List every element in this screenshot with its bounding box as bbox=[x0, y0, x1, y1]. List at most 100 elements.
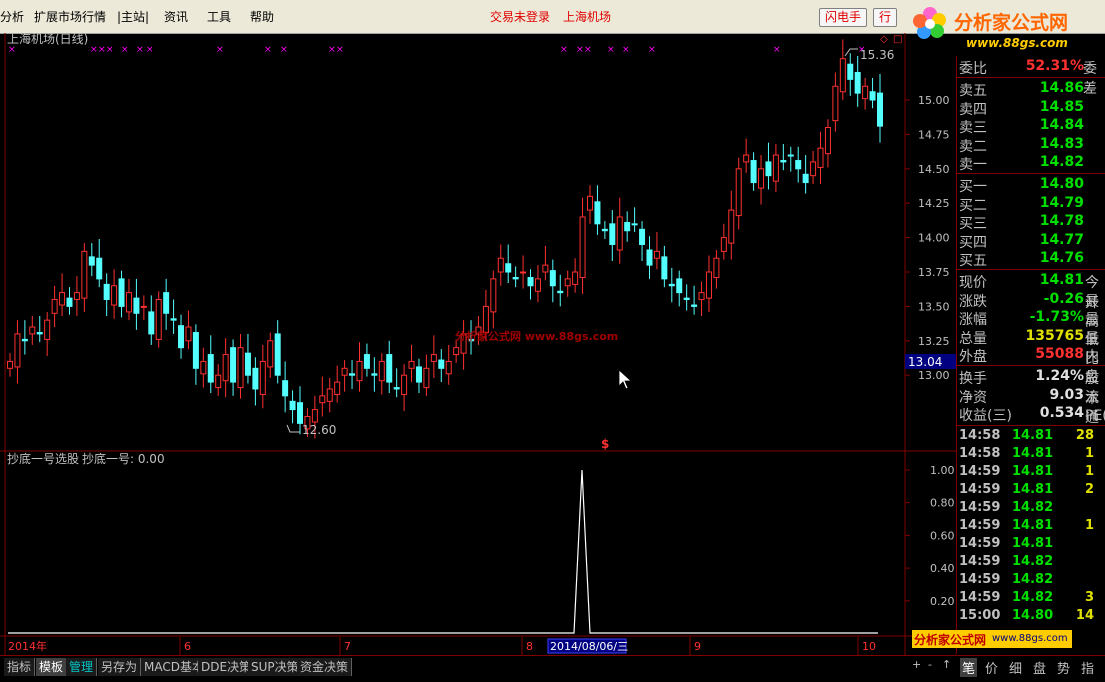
tick-vol: 14 bbox=[1075, 608, 1094, 623]
tick-vol: 1 bbox=[1084, 464, 1094, 479]
indicator-title[interactable]: 抄底一号选股 bbox=[7, 451, 79, 466]
tick-row: 14:59 14.81 1 bbox=[957, 464, 1105, 482]
tick-price: 14.81 bbox=[1012, 446, 1054, 461]
quote-value: 14.80 bbox=[1039, 176, 1084, 192]
tick-vol: 1 bbox=[1084, 518, 1094, 533]
svg-text:×: × bbox=[216, 45, 224, 55]
tick-time: 14:59 bbox=[959, 572, 1001, 587]
quote-row: 卖二 14.83 bbox=[957, 135, 1105, 155]
price-tick-label: 13.75 bbox=[918, 266, 950, 279]
quote-value: 14.81 bbox=[1039, 272, 1084, 288]
quote-value: 14.78 bbox=[1039, 213, 1084, 230]
quote-label: 买三 bbox=[959, 216, 987, 233]
tab-dde[interactable]: DDE决策 bbox=[198, 658, 256, 676]
tick-time: 14:59 bbox=[959, 590, 1001, 605]
menu-help[interactable]: 帮助 bbox=[250, 8, 274, 25]
tick-time: 14:58 bbox=[959, 446, 1001, 461]
svg-text:×: × bbox=[336, 45, 344, 55]
cursor-price-box: 13.04 bbox=[908, 355, 942, 369]
quote-value: -1.73% bbox=[1029, 309, 1084, 326]
menu-extended-market[interactable]: 扩展市场行情 bbox=[34, 8, 106, 25]
tick-time: 14:59 bbox=[959, 464, 1001, 479]
quote-value: 14.82 bbox=[1039, 154, 1084, 171]
tick-time: 14:59 bbox=[959, 482, 1001, 497]
tab-detail[interactable]: 细 bbox=[1009, 658, 1022, 677]
quote-row-button[interactable]: 行 bbox=[873, 8, 897, 27]
menu-news[interactable]: 资讯 bbox=[164, 8, 188, 25]
price-tick-label: 14.00 bbox=[918, 232, 950, 245]
svg-text:×: × bbox=[90, 45, 98, 55]
quote-label: 换手 bbox=[959, 371, 987, 387]
tab-index[interactable]: 指 bbox=[1081, 658, 1094, 677]
scroll-up-button[interactable]: ↑ bbox=[942, 658, 951, 671]
weibi-value: 52.31% bbox=[1025, 58, 1084, 74]
tick-row: 14:59 14.81 1 bbox=[957, 518, 1105, 536]
quote-panel: 委比 52.31% 委差 卖五 14.86 卖四 14.85 卖三 14.84 卖二 14.8… bbox=[956, 56, 1105, 654]
quote-row: 卖五 14.86 bbox=[957, 80, 1105, 99]
quote-row: 涨幅 -1.73% 最低 bbox=[957, 309, 1105, 348]
time-tick-label: 7 bbox=[344, 640, 351, 653]
svg-text:×: × bbox=[8, 45, 16, 55]
logo-title: 分析家公式网 bbox=[954, 12, 1069, 34]
tab-trend[interactable]: 势 bbox=[1057, 658, 1070, 677]
tick-time: 14:59 bbox=[959, 554, 1001, 569]
tab-indicator[interactable]: 指标 bbox=[4, 658, 36, 676]
menu-analysis[interactable]: 分析 bbox=[0, 8, 24, 25]
tab-capital[interactable]: 资金决策 bbox=[297, 658, 353, 676]
indicator-tick-label: 0.80 bbox=[930, 497, 955, 510]
quote-value: 14.76 bbox=[1039, 250, 1084, 267]
tab-template[interactable]: 模板 bbox=[36, 658, 68, 676]
kline-chart[interactable]: 上海机场(日线) ◇ □ × × × × × × × × × × × × × × × × × × × × 15.001… bbox=[0, 33, 1105, 655]
quote-label: 买四 bbox=[959, 234, 987, 251]
tab-order-book[interactable]: 盘 bbox=[1033, 658, 1046, 677]
site-banner[interactable]: 分析家公式网 www.88gs.com bbox=[912, 630, 1072, 648]
svg-text:×: × bbox=[280, 45, 288, 55]
quote-label: 卖二 bbox=[959, 138, 987, 155]
tab-trades[interactable]: 笔 bbox=[960, 658, 978, 677]
quote-row: 换手 1.24% 股本 bbox=[957, 368, 1105, 407]
quote-value: 14.77 bbox=[1039, 231, 1084, 248]
zoom-out-button[interactable]: - bbox=[928, 658, 932, 671]
trade-login-status[interactable]: 交易未登录 bbox=[490, 8, 550, 25]
svg-text:×: × bbox=[648, 45, 656, 55]
quote-value: -0.26 bbox=[1043, 290, 1084, 307]
svg-text:×: × bbox=[106, 45, 114, 55]
dollar-marker: $ bbox=[601, 437, 609, 451]
tick-price: 14.81 bbox=[1012, 428, 1054, 443]
cursor-date-box: 2014/08/06/三 bbox=[550, 640, 628, 653]
time-tick-label: 9 bbox=[694, 640, 701, 653]
zoom-in-button[interactable]: + bbox=[912, 658, 921, 671]
quote-label: 外盘 bbox=[959, 349, 987, 366]
indicator-tick-label: 0.20 bbox=[930, 595, 955, 608]
indicator-line bbox=[8, 469, 878, 634]
flash-trade-button[interactable]: 闪电手 bbox=[819, 8, 867, 27]
diamond-icon[interactable]: ◇ bbox=[880, 34, 888, 45]
tick-row: 14:58 14.81 28 bbox=[957, 428, 1105, 446]
tab-save-as[interactable]: 另存为 bbox=[98, 658, 142, 676]
quote-value: 14.83 bbox=[1039, 135, 1084, 152]
svg-text:×: × bbox=[773, 45, 781, 55]
indicator-tick-label: 1.00 bbox=[930, 464, 955, 477]
tick-row: 14:59 14.82 bbox=[957, 500, 1105, 518]
menu-tools[interactable]: 工具 bbox=[207, 8, 231, 25]
svg-text:×: × bbox=[121, 45, 129, 55]
square-icon[interactable]: □ bbox=[893, 34, 902, 45]
tab-price[interactable]: 价 bbox=[985, 658, 998, 677]
quote-row: 收益(三) 0.534PE(动 bbox=[957, 405, 1105, 424]
tick-row: 14:59 14.81 2 bbox=[957, 482, 1105, 500]
svg-text:×: × bbox=[328, 45, 336, 55]
watermark-text: 分析家公式网 www.88gs.com bbox=[455, 329, 618, 343]
tab-sup[interactable]: SUP决策 bbox=[248, 658, 303, 676]
svg-text:×: × bbox=[98, 45, 106, 55]
tab-manage[interactable]: 管理 bbox=[66, 658, 98, 676]
quote-label: 涨幅 bbox=[959, 312, 987, 329]
indicator-tick-label: 0.60 bbox=[930, 529, 955, 542]
svg-text:×: × bbox=[622, 45, 630, 55]
tick-time: 14:59 bbox=[959, 500, 1001, 515]
quote-label: 买五 bbox=[959, 253, 987, 270]
menu-main-site[interactable]: |主站| bbox=[117, 8, 149, 25]
chart-title: 上海机场(日线) bbox=[7, 33, 88, 46]
price-tick-label: 14.25 bbox=[918, 197, 950, 210]
quote-label: 现价 bbox=[959, 275, 987, 291]
indicator-axis: 1.00 0.80 0.60 0.40 0.20 bbox=[905, 464, 955, 608]
